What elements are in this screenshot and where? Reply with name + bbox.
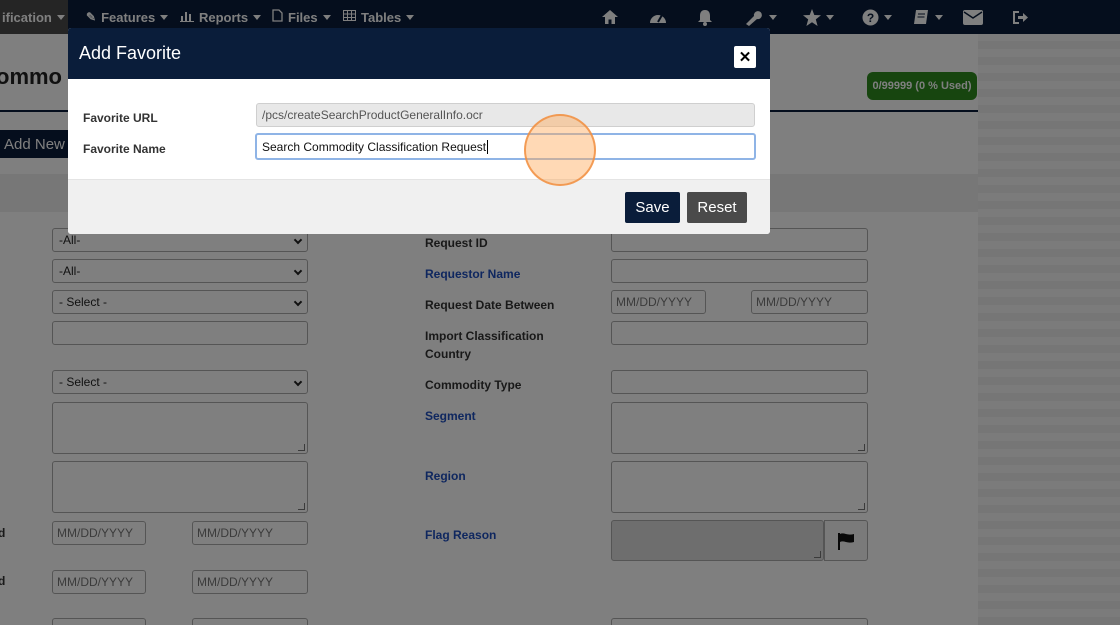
modal-title: Add Favorite — [79, 43, 182, 63]
favorite-url-label: Favorite URL — [83, 111, 158, 125]
favorite-name-input[interactable]: Search Commodity Classification Request — [255, 133, 756, 160]
modal-footer: Save Reset — [68, 179, 770, 234]
add-favorite-modal: Add Favorite ✕ Favorite URL /pcs/createS… — [68, 28, 770, 234]
reset-button[interactable]: Reset — [687, 192, 747, 223]
favorite-name-label: Favorite Name — [83, 142, 166, 156]
text-cursor — [487, 139, 489, 154]
modal-header: Add Favorite ✕ — [68, 28, 770, 79]
favorite-name-value: Search Commodity Classification Request — [262, 139, 487, 154]
save-button[interactable]: Save — [625, 192, 680, 223]
favorite-url-field[interactable]: /pcs/createSearchProductGeneralInfo.ocr — [256, 103, 755, 127]
close-icon: ✕ — [738, 49, 752, 66]
click-indicator — [524, 114, 596, 186]
close-button[interactable]: ✕ — [734, 46, 756, 68]
modal-body: Favorite URL /pcs/createSearchProductGen… — [68, 79, 770, 179]
